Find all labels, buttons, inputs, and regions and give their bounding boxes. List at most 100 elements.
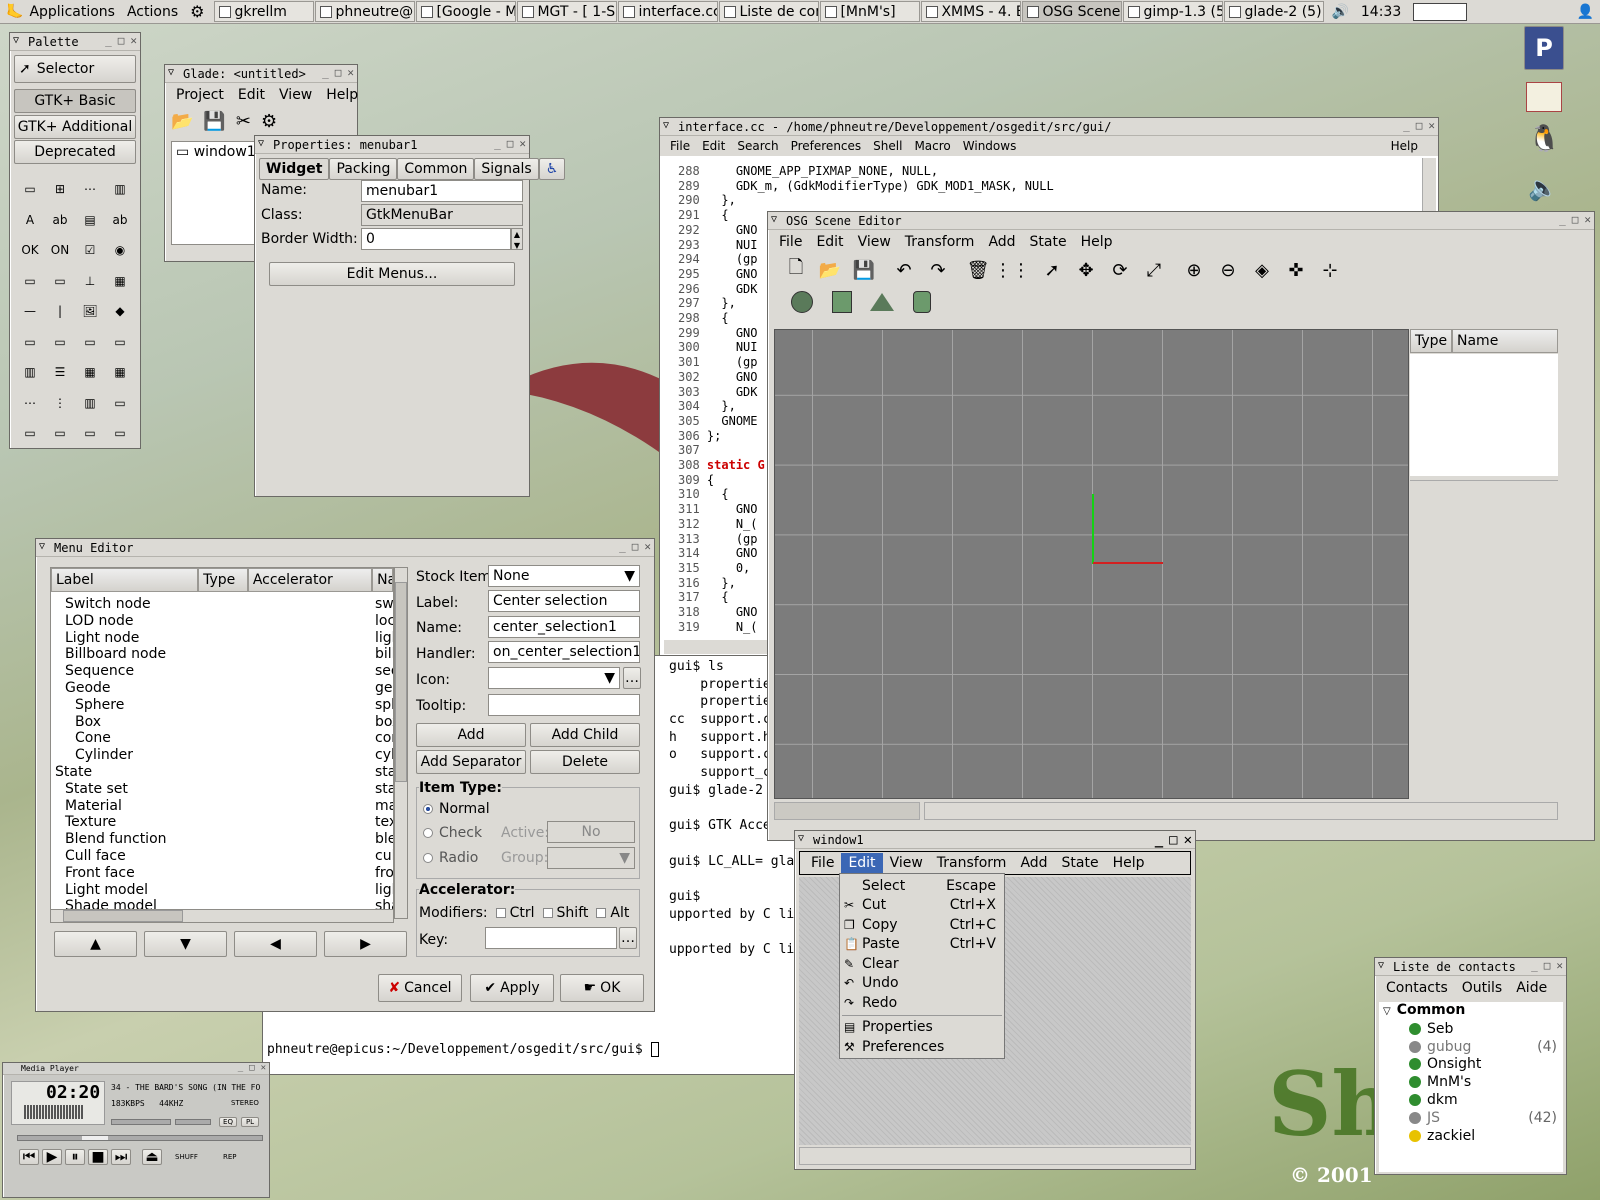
widget-tool-icon[interactable]: ⊥ <box>76 267 104 295</box>
key-browse-button[interactable]: … <box>619 927 637 949</box>
menu-file[interactable]: File <box>664 137 696 155</box>
undo-icon[interactable]: ↶ <box>890 256 918 284</box>
add-button[interactable]: Add <box>416 723 526 747</box>
menu-edit[interactable]: Edit <box>841 853 883 873</box>
minimize-icon[interactable]: _ <box>494 137 501 150</box>
minimize-icon[interactable]: _ <box>1559 213 1566 226</box>
palette-titlebar[interactable]: ▽ Palette _ □ ✕ <box>10 33 140 51</box>
widget-tool-icon[interactable]: ☰ <box>46 358 74 386</box>
user-icon[interactable]: 👤 <box>1571 0 1600 24</box>
tab-packing[interactable]: Packing <box>329 158 398 180</box>
move-icon[interactable]: ✥ <box>1072 256 1100 284</box>
handler-field[interactable]: on_center_selection1_a <box>488 641 640 663</box>
label-field[interactable]: Center selection <box>488 590 640 612</box>
penguin-icon[interactable]: 🐧 <box>1528 124 1560 158</box>
table-row[interactable]: Light model ligh <box>51 882 393 899</box>
move-left-button[interactable]: ◀ <box>234 931 317 957</box>
sphere-icon[interactable] <box>788 288 816 316</box>
menu-item-preferences[interactable]: ⚒ Preferences <box>840 1037 1004 1057</box>
widget-tool-icon[interactable]: — <box>16 297 44 325</box>
widget-tool-icon[interactable]: ▭ <box>16 267 44 295</box>
widget-tool-icon[interactable]: ▤ <box>76 206 104 234</box>
apply-button[interactable]: ✔ Apply <box>470 974 554 1002</box>
menu-transform[interactable]: Transform <box>898 232 982 252</box>
trash-icon[interactable]: 🗑 <box>964 256 992 284</box>
menu-file[interactable]: File <box>804 853 841 873</box>
shift-checkbox[interactable] <box>542 908 553 918</box>
maximize-icon[interactable]: □ <box>507 137 514 150</box>
minimize-icon[interactable]: _ <box>238 1063 243 1073</box>
cancel-button[interactable]: ✘ Cancel <box>378 974 462 1002</box>
widget-tool-icon[interactable]: ⊞ <box>46 175 74 203</box>
close-icon[interactable]: ✕ <box>519 137 526 150</box>
contact-row[interactable]: Seb <box>1379 1020 1563 1038</box>
move-up-button[interactable]: ▲ <box>54 931 137 957</box>
name-field[interactable]: menubar1 <box>361 180 523 202</box>
table-row[interactable]: State sta <box>51 764 393 781</box>
maximize-icon[interactable]: □ <box>335 66 342 79</box>
list-vscrollbar[interactable] <box>394 567 408 919</box>
radio-radio[interactable]: Radio <box>423 850 478 866</box>
scene-tree[interactable] <box>1410 354 1558 476</box>
taskbar-item[interactable]: [MnM's] <box>820 1 921 22</box>
close-icon[interactable]: ✕ <box>1584 213 1591 226</box>
widget-tool-icon[interactable]: ▭ <box>106 389 134 417</box>
menu-shell[interactable]: Shell <box>867 137 908 155</box>
window-menu-icon[interactable]: ▽ <box>258 138 264 149</box>
cylinder-icon[interactable] <box>908 288 936 316</box>
cut-icon[interactable]: ✂ <box>236 111 251 132</box>
menu-file[interactable]: File <box>772 232 809 252</box>
menu-help[interactable]: Help <box>1385 137 1424 155</box>
maximize-icon[interactable]: □ <box>249 1063 254 1073</box>
select-arrow-icon[interactable]: ➚ <box>1038 256 1066 284</box>
widget-tool-icon[interactable]: ▭ <box>16 419 44 447</box>
menu-item-redo[interactable]: ↷ Redo <box>840 993 1004 1013</box>
widget-tool-icon[interactable]: ▭ <box>106 419 134 447</box>
menu-item-paste[interactable]: 📋 Paste Ctrl+V <box>840 935 1004 955</box>
contact-row[interactable]: gubug (4) <box>1379 1038 1563 1056</box>
eject-icon[interactable]: ⏏ <box>142 1149 162 1165</box>
widget-tool-icon[interactable]: ▭ <box>46 267 74 295</box>
open-icon[interactable]: 📂 <box>816 256 844 284</box>
table-row[interactable]: Light node ligh <box>51 630 393 647</box>
repeat-toggle[interactable]: REP <box>223 1153 237 1161</box>
menu-search[interactable]: Search <box>731 137 784 155</box>
menu-help[interactable]: Help <box>1074 232 1120 252</box>
mail-icon[interactable] <box>1526 82 1562 112</box>
widget-tool-icon[interactable]: | <box>46 297 74 325</box>
stop-icon[interactable]: ■ <box>88 1149 108 1165</box>
menu-windows[interactable]: Windows <box>957 137 1023 155</box>
selector-button[interactable]: ➚ Selector <box>14 55 136 83</box>
maximize-icon[interactable]: □ <box>1544 959 1551 972</box>
icon-browse-button[interactable]: … <box>623 667 641 689</box>
taskbar-item[interactable]: interface.cc <box>618 1 719 22</box>
window-menu-icon[interactable]: ▽ <box>771 214 777 225</box>
applications-menu[interactable]: 🦶 Applications <box>0 0 121 24</box>
move-down-button[interactable]: ▼ <box>144 931 227 957</box>
move-right-button[interactable]: ▶ <box>324 931 407 957</box>
menu-item-undo[interactable]: ↶ Undo <box>840 974 1004 994</box>
table-row[interactable]: Geode ge <box>51 680 393 697</box>
open-icon[interactable]: 📂 <box>171 111 193 132</box>
table-row[interactable]: Sphere sph <box>51 697 393 714</box>
scale-icon[interactable]: ⤢ <box>1140 256 1168 284</box>
editor-titlebar[interactable]: ▽ interface.cc - /home/phneutre/Developpe… <box>660 118 1438 136</box>
accelerator-column-header[interactable]: Accelerator <box>247 568 373 592</box>
window-menu-icon[interactable]: ▽ <box>168 67 174 78</box>
name-column-header[interactable]: Name <box>1452 329 1558 353</box>
clock[interactable]: 14:33 <box>1355 0 1407 24</box>
widget-tool-icon[interactable]: ⋯ <box>76 175 104 203</box>
minimize-icon[interactable]: _ <box>1531 959 1538 972</box>
maximize-icon[interactable]: □ <box>118 34 125 47</box>
center-icon[interactable]: ⊹ <box>1316 256 1344 284</box>
table-row[interactable]: State set sta <box>51 781 393 798</box>
widget-tool-icon[interactable]: ab <box>46 206 74 234</box>
deprecated-button[interactable]: Deprecated <box>14 140 136 164</box>
widget-tool-icon[interactable]: ⋮ <box>46 389 74 417</box>
menu-add[interactable]: Add <box>1013 853 1054 873</box>
maximize-icon[interactable]: □ <box>632 540 639 553</box>
group-common[interactable]: ▽ Common <box>1379 1002 1563 1020</box>
gtk-additional-button[interactable]: GTK+ Additional <box>14 115 136 139</box>
widget-tool-icon[interactable]: ▭ <box>46 419 74 447</box>
save-icon[interactable]: 💾 <box>203 111 225 132</box>
